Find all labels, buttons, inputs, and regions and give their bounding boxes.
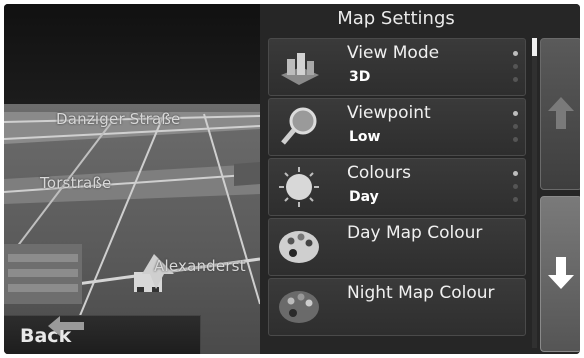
scroll-down-button[interactable] xyxy=(540,196,580,352)
navigation-screen: Danziger Straße Torstraße Alexanderst Ba… xyxy=(4,4,580,354)
setting-label: View Mode xyxy=(347,43,440,63)
map-view[interactable]: Danziger Straße Torstraße Alexanderst Ba… xyxy=(4,4,260,354)
scrollbar-thumb[interactable] xyxy=(532,38,537,56)
magnifier-icon xyxy=(281,107,317,145)
back-button[interactable]: Back xyxy=(4,315,201,354)
night-palette-icon xyxy=(279,291,319,323)
setting-value: Low xyxy=(349,129,381,145)
setting-viewpoint[interactable]: Viewpoint Low xyxy=(268,98,526,156)
setting-label: Night Map Colour xyxy=(347,283,495,303)
street-label: Danziger Straße xyxy=(56,110,181,128)
setting-view-mode[interactable]: View Mode 3D xyxy=(268,38,526,96)
panel-title: Map Settings xyxy=(337,8,455,29)
setting-colours[interactable]: Colours Day xyxy=(268,158,526,216)
setting-label: Colours xyxy=(347,163,412,183)
setting-night-map-colour[interactable]: Night Map Colour xyxy=(268,278,526,336)
palette-icon xyxy=(279,231,319,263)
sun-icon xyxy=(279,167,319,207)
street-label: Alexanderst xyxy=(154,257,246,275)
setting-value: Day xyxy=(349,189,379,205)
value-indicator xyxy=(513,51,519,90)
setting-label: Day Map Colour xyxy=(347,223,483,243)
map-settings-panel: Map Settings View Mode 3D Viewpoint Low xyxy=(260,4,580,354)
scroll-up-button[interactable] xyxy=(540,38,580,190)
value-indicator xyxy=(513,171,519,210)
back-arrow-icon xyxy=(48,316,84,336)
arrow-up-icon xyxy=(548,97,574,129)
arrow-down-icon xyxy=(548,257,574,289)
value-indicator xyxy=(513,111,519,150)
list-scrollbar[interactable] xyxy=(532,38,537,348)
street-label: Torstraße xyxy=(40,174,112,192)
setting-value: 3D xyxy=(349,69,371,85)
setting-day-map-colour[interactable]: Day Map Colour xyxy=(268,218,526,276)
setting-label: Viewpoint xyxy=(347,103,431,123)
3d-buildings-icon xyxy=(281,53,319,85)
